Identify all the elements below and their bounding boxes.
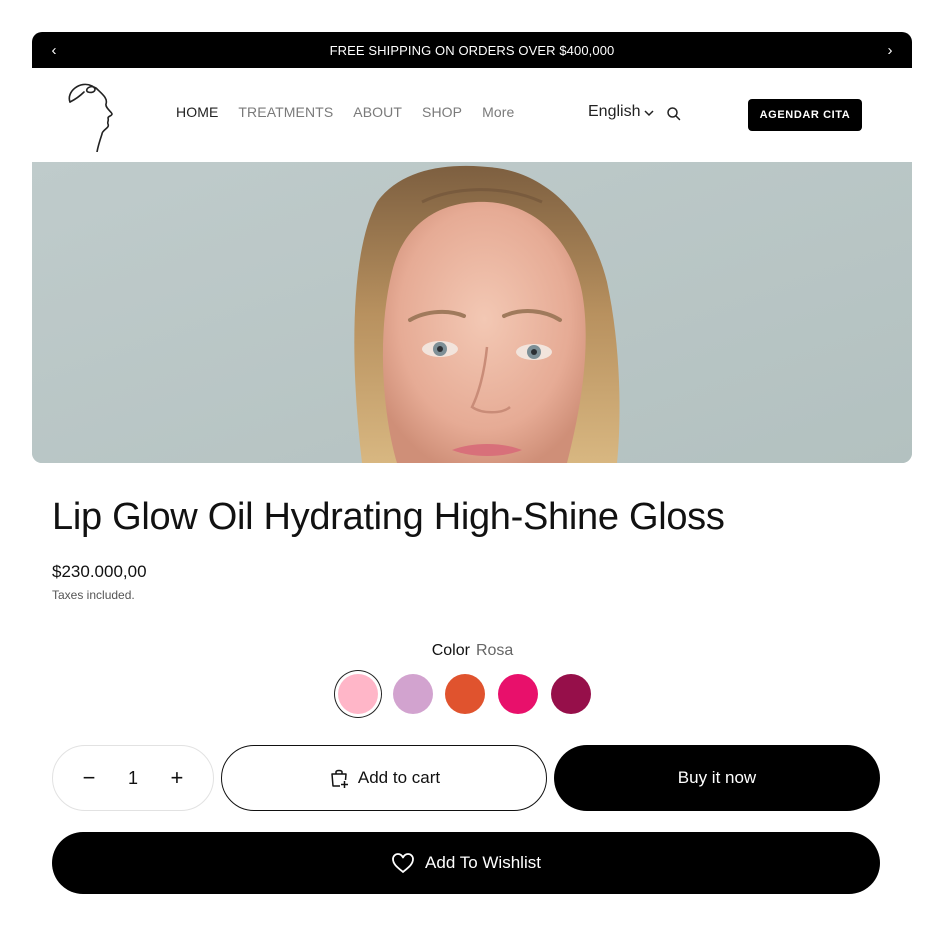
color-value: Rosa	[475, 642, 514, 659]
swatch-coral[interactable]	[445, 674, 485, 714]
swatch-berry[interactable]	[551, 674, 591, 714]
announcement-bar: ‹ FREE SHIPPING ON ORDERS OVER $400,000 …	[32, 32, 912, 68]
site-header: HOME TREATMENTS ABOUT SHOP More English …	[32, 68, 912, 162]
language-selector[interactable]: English	[588, 103, 655, 121]
shopping-bag-plus-icon	[331, 769, 349, 789]
chevron-down-icon	[644, 110, 655, 117]
quantity-stepper: − 1 +	[52, 745, 214, 811]
chevron-left-icon[interactable]: ‹	[36, 32, 72, 68]
swatch-fuchsia[interactable]	[498, 674, 538, 714]
swatch-lilac[interactable]	[393, 674, 433, 714]
language-label: English	[588, 103, 641, 120]
heart-outline-icon	[392, 853, 414, 873]
main-nav: HOME TREATMENTS ABOUT SHOP More	[176, 104, 514, 120]
product-price: $230.000,00	[52, 562, 147, 581]
nav-treatments-link[interactable]: TREATMENTS	[238, 104, 333, 120]
swatch-rosa[interactable]	[338, 674, 378, 714]
nav-more-link[interactable]: More	[482, 104, 514, 120]
add-to-cart-button[interactable]: Add to cart	[221, 745, 547, 811]
search-icon[interactable]	[666, 106, 682, 122]
add-to-cart-label: Add to cart	[357, 768, 441, 787]
chevron-right-icon[interactable]: ›	[872, 32, 908, 68]
announcement-text: FREE SHIPPING ON ORDERS OVER $400,000	[329, 42, 615, 58]
nav-about-link[interactable]: ABOUT	[353, 104, 402, 120]
wishlist-label: Add To Wishlist	[425, 853, 541, 872]
buy-now-button[interactable]: Buy it now	[554, 745, 880, 811]
book-appointment-button[interactable]: AGENDAR CITA	[748, 99, 862, 131]
add-to-wishlist-button[interactable]: Add To Wishlist	[52, 832, 880, 894]
increase-quantity-button[interactable]: +	[165, 765, 189, 790]
hero-image	[32, 162, 912, 463]
face-profile-logo-icon[interactable]	[62, 78, 132, 153]
decrease-quantity-button[interactable]: −	[77, 765, 101, 790]
nav-shop-link[interactable]: SHOP	[422, 104, 462, 120]
quantity-value[interactable]: 1	[128, 768, 138, 789]
tax-note: Taxes included.	[52, 588, 135, 602]
color-option-label: Color Rosa	[0, 642, 945, 660]
nav-home-link[interactable]: HOME	[176, 104, 218, 120]
color-label: Color	[431, 642, 470, 659]
product-title: Lip Glow Oil Hydrating High-Shine Gloss	[52, 496, 725, 538]
